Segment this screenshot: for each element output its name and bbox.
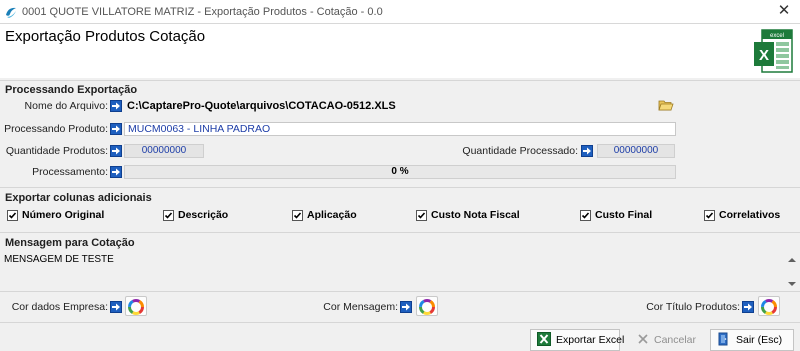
checkbox-custo-nota-fiscal[interactable]: Custo Nota Fiscal (416, 209, 520, 221)
header: Exportação Produtos Cotação excel X (0, 24, 800, 78)
excel-icon (537, 331, 551, 349)
checkbox-box[interactable] (7, 209, 18, 221)
color-wheel-icon (761, 299, 777, 315)
checkbox-box[interactable] (416, 209, 427, 221)
excel-logo-icon: excel X (752, 28, 794, 74)
company-color-arrow-icon[interactable] (110, 301, 122, 313)
color-wheel-icon (128, 299, 144, 315)
message-color-label: Cor Mensagem: (323, 301, 398, 313)
qty-products-value: 00000000 (124, 144, 204, 158)
cancel-button[interactable]: Cancelar (630, 329, 700, 351)
divider (0, 187, 800, 188)
qty-products-label: Quantidade Produtos: (5, 145, 108, 157)
export-excel-button[interactable]: Exportar Excel (530, 329, 624, 351)
checkbox-box[interactable] (704, 209, 715, 221)
divider (0, 232, 800, 233)
message-section-title: Mensagem para Cotação (5, 237, 135, 249)
exit-door-icon (717, 332, 731, 349)
window-titlebar: 0001 QUOTE VILLATORE MATRIZ - Exportação… (0, 0, 800, 24)
checkbox-descricao[interactable]: Descrição (163, 209, 228, 221)
message-color-button[interactable] (416, 296, 438, 316)
checkbox-label: Custo Final (595, 209, 653, 221)
message-text: MENSAGEM DE TESTE (4, 254, 114, 265)
divider (0, 322, 800, 323)
message-textarea[interactable]: MENSAGEM DE TESTE (0, 251, 800, 291)
checkbox-box[interactable] (292, 209, 303, 221)
file-name-value: C:\CaptarePro-Quote\arquivos\COTACAO-051… (127, 100, 396, 112)
processing-section-title: Processando Exportação (5, 84, 138, 96)
folder-open-icon[interactable] (658, 98, 674, 112)
message-color-arrow-icon[interactable] (400, 301, 412, 313)
divider (0, 291, 800, 292)
progress-label: Processamento: (32, 166, 108, 178)
exit-button[interactable]: Sair (Esc) (710, 329, 794, 351)
product-title-color-arrow-icon[interactable] (742, 301, 754, 313)
checkbox-label: Aplicação (307, 209, 357, 221)
checkbox-box[interactable] (163, 209, 174, 221)
product-title-color-button[interactable] (758, 296, 780, 316)
cancel-icon (637, 333, 649, 348)
checkbox-label: Custo Nota Fiscal (431, 209, 520, 221)
scroll-up-icon[interactable] (787, 255, 797, 263)
qty-products-arrow-icon[interactable] (110, 145, 122, 157)
color-wheel-icon (419, 299, 435, 315)
checkbox-box[interactable] (580, 209, 591, 221)
window-close-icon[interactable]: ✕ (776, 3, 792, 19)
cancel-label: Cancelar (654, 334, 697, 346)
product-title-color-label: Cor Título Produtos: (646, 301, 740, 313)
checkbox-custo-final[interactable]: Custo Final (580, 209, 652, 221)
file-name-label: Nome do Arquivo: (24, 100, 108, 112)
divider (0, 80, 800, 81)
window-title: 0001 QUOTE VILLATORE MATRIZ - Exportação… (22, 6, 383, 18)
qty-processed-value: 00000000 (597, 144, 675, 158)
checkbox-correlativos[interactable]: Correlativos (704, 209, 780, 221)
columns-section-title: Exportar colunas adicionais (5, 192, 152, 204)
checkbox-numero-original[interactable]: Número Original (7, 209, 104, 221)
company-color-label: Cor dados Empresa: (11, 301, 108, 313)
file-name-arrow-icon[interactable] (110, 100, 122, 112)
app-icon (4, 5, 18, 19)
company-color-button[interactable] (125, 296, 147, 316)
svg-text:excel: excel (770, 33, 784, 39)
progress-text: 0 % (391, 166, 409, 177)
progress-arrow-icon[interactable] (110, 166, 122, 178)
product-arrow-icon[interactable] (110, 123, 122, 135)
product-label: Processando Produto: (4, 123, 108, 135)
checkbox-aplicacao[interactable]: Aplicação (292, 209, 357, 221)
product-field: MUCM0063 - LINHA PADRAO (124, 122, 676, 136)
checkbox-label: Correlativos (719, 209, 781, 221)
qty-processed-label: Quantidade Processado: (462, 145, 578, 157)
svg-text:X: X (759, 47, 769, 64)
qty-processed-arrow-icon[interactable] (581, 145, 593, 157)
scroll-down-icon[interactable] (787, 279, 797, 287)
progress-bar: 0 % (124, 165, 676, 179)
export-excel-label: Exportar Excel (556, 334, 625, 346)
checkbox-label: Descrição (178, 209, 229, 221)
exit-label: Sair (Esc) (736, 334, 783, 346)
checkbox-label: Número Original (22, 209, 105, 221)
page-title: Exportação Produtos Cotação (5, 28, 206, 45)
